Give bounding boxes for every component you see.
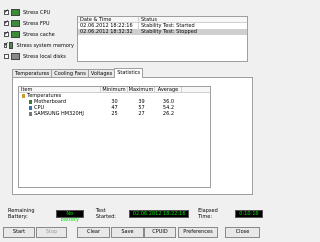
stress-cpu-option[interactable]: Stress CPU (4, 7, 74, 18)
motherboard-icon (29, 99, 32, 104)
header-item[interactable]: Item (19, 87, 101, 93)
stress-options: Stress CPU Stress FPU Stress cache Stres… (4, 7, 74, 62)
status-bar: Remaining Battery: No battery Test Start… (0, 208, 263, 223)
stress-fpu-checkbox[interactable] (4, 19, 9, 27)
header-minimum[interactable]: Minimum (101, 87, 128, 93)
test-started-label: Test Started: (95, 208, 116, 220)
tab-statistics[interactable]: Statistics (114, 68, 144, 78)
stress-cpu-label: Stress CPU (23, 9, 51, 16)
temperatures-folder-icon (22, 93, 25, 98)
stress-disks-option[interactable]: Stress local disks (4, 51, 74, 62)
close-button[interactable]: Close (225, 227, 260, 238)
stress-cpu-checkbox[interactable] (4, 8, 9, 16)
stress-memory-label: Stress system memory (16, 42, 74, 49)
table-row[interactable]: SAMSUNG HM320HJ 25 27 26.2 (19, 111, 210, 117)
stress-cache-checkbox[interactable] (4, 30, 9, 38)
header-average[interactable]: Average (155, 87, 182, 93)
stress-fpu-label: Stress FPU (23, 20, 50, 27)
preferences-button[interactable]: Preferences (178, 227, 218, 238)
log-header-datetime[interactable]: Date & Time (78, 17, 139, 23)
stop-button[interactable]: Stop (36, 227, 67, 238)
clear-button[interactable]: Clear (77, 227, 110, 238)
stress-cache-option[interactable]: Stress cache (4, 29, 74, 40)
header-maximum[interactable]: Maximum (128, 87, 155, 93)
remaining-battery-value: No battery (55, 210, 84, 223)
stress-cache-label: Stress cache (23, 31, 55, 38)
cpu-icon (11, 9, 20, 16)
start-button[interactable]: Start (3, 227, 35, 238)
log-header-status[interactable]: Status (139, 17, 247, 23)
save-button[interactable]: Save (111, 227, 144, 238)
log-status: Stability Test: Stopped (141, 29, 197, 35)
stress-memory-checkbox[interactable] (4, 41, 9, 49)
event-log[interactable]: Date & Time Status 02.06.2012 18:22:16 S… (77, 16, 248, 62)
memory-icon (9, 42, 14, 49)
log-row[interactable]: 02.06.2012 18:32:32 Stability Test: Stop… (78, 29, 247, 35)
button-bar: Start Stop Clear Save CPUID Preferences … (0, 227, 263, 239)
elapsed-time-label: Elapsed Time: (198, 208, 218, 220)
row-average: 26.2 (162, 111, 175, 117)
cache-icon (11, 31, 20, 38)
stress-fpu-option[interactable]: Stress FPU (4, 18, 74, 29)
statistics-table[interactable]: Item Minimum Maximum Average Temperature… (18, 86, 211, 188)
fpu-icon (11, 20, 20, 27)
test-started-value: 02.06.2012 18:22:16 (129, 210, 190, 218)
row-maximum: 27 (138, 111, 145, 117)
disk-icon (11, 53, 20, 60)
cpu-chip-icon (29, 105, 32, 110)
statistics-panel: Item Minimum Maximum Average Temperature… (12, 77, 253, 195)
remaining-battery-label: Remaining Battery: (8, 208, 35, 220)
stress-memory-option[interactable]: Stress system memory (4, 40, 74, 51)
elapsed-time-value: 0:10:16 (234, 210, 263, 218)
cpuid-button[interactable]: CPUID (144, 227, 176, 238)
drive-icon (29, 111, 32, 116)
log-datetime: 02.06.2012 18:32:32 (78, 29, 139, 35)
stress-disks-checkbox[interactable] (4, 54, 9, 59)
row-item: SAMSUNG HM320HJ (34, 111, 84, 117)
row-minimum: 25 (111, 111, 118, 117)
stress-disks-label: Stress local disks (23, 53, 66, 60)
